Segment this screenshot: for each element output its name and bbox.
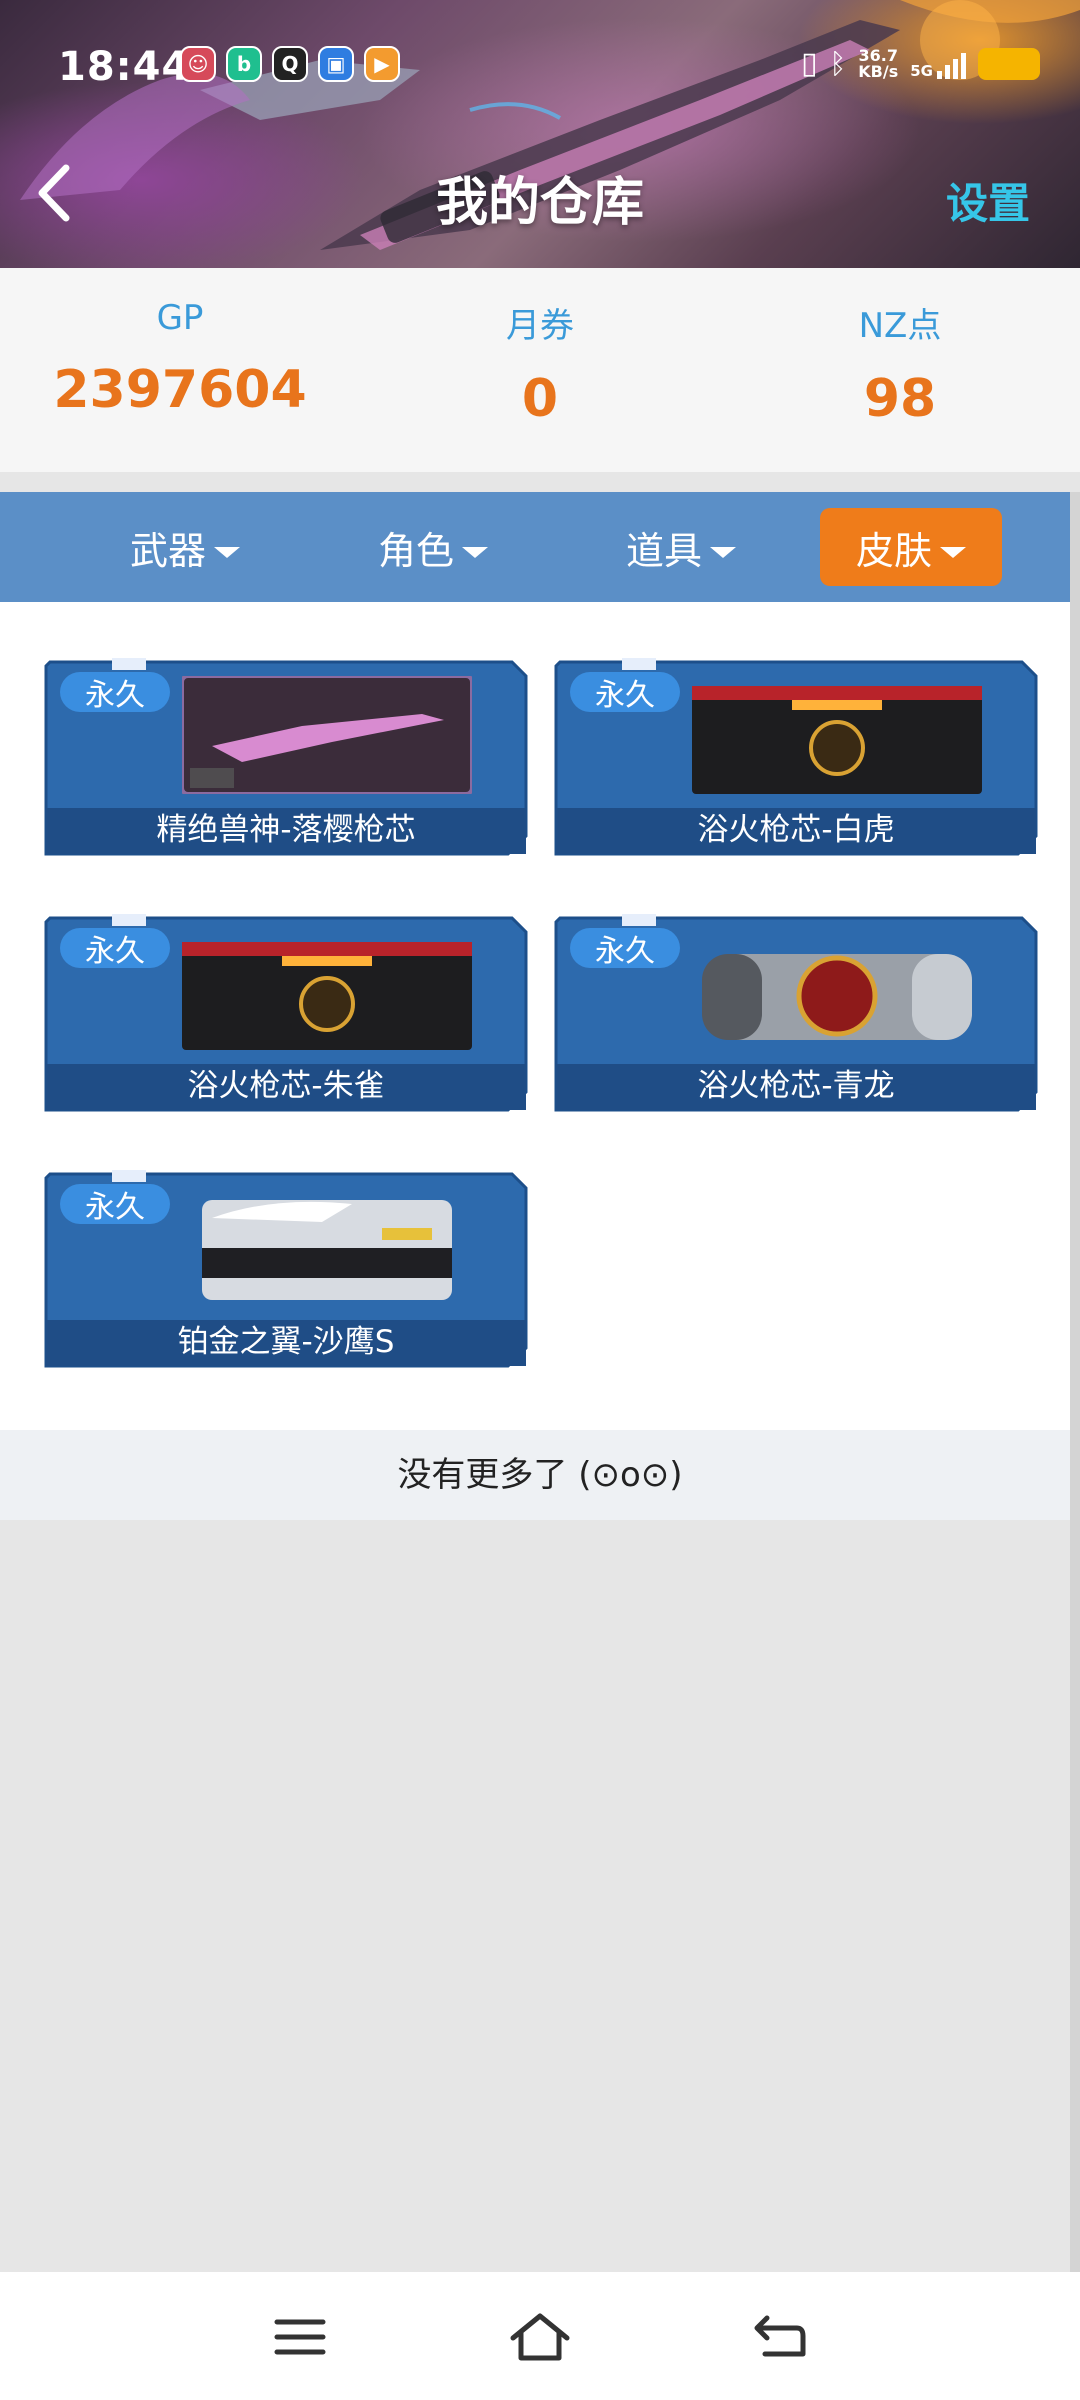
message-app-icon: ▣	[318, 46, 354, 82]
status-indicators: ▯ ᛒ 36.7 KB/s 5G	[801, 46, 1040, 81]
black-crate	[182, 942, 472, 1050]
currency-value: 98	[863, 369, 937, 429]
tab-skins[interactable]: 皮肤	[820, 508, 1002, 586]
caret-down-icon	[462, 546, 488, 558]
bluetooth-icon: ᛒ	[829, 47, 847, 80]
network-type: 5G	[910, 61, 933, 80]
permanent-badge: 永久	[570, 672, 680, 713]
avatar-app-icon: ☺	[180, 46, 216, 82]
tab-label: 道具	[625, 528, 702, 573]
tab-label: 角色	[377, 528, 454, 573]
currency-label: NZ点	[858, 306, 942, 346]
bilibili-icon: b	[226, 46, 262, 82]
back-icon[interactable]	[745, 2302, 815, 2372]
header-banner: 18:44 ☺ b Q ▣ ▶ ▯ ᛒ 36.7 KB/s 5G 我的仓库 设置	[0, 0, 1080, 268]
caret-down-icon	[710, 546, 736, 558]
item-name: 精绝兽神-落樱枪芯	[156, 812, 416, 848]
item-grid: 永久 精绝兽神-落樱枪芯 永久 浴火枪芯-白虎 永久 浴火枪芯-朱雀 永久 浴火…	[0, 602, 1080, 1430]
caret-down-icon	[940, 546, 966, 558]
tab-label: 皮肤	[855, 528, 932, 573]
caret-down-icon	[214, 546, 240, 558]
item-name: 浴火枪芯-青龙	[697, 1068, 895, 1104]
item-card[interactable]: 永久 铂金之翼-沙鹰S	[42, 1170, 530, 1370]
vibrate-icon: ▯	[800, 46, 818, 81]
video-app-icon: ▶	[364, 46, 400, 82]
item-card[interactable]: 永久 精绝兽神-落樱枪芯	[42, 658, 530, 858]
network-speed: 36.7 KB/s	[858, 45, 899, 81]
qq-icon: Q	[272, 46, 308, 82]
currency-nz-points: NZ点 98	[720, 268, 1080, 472]
currency-label: GP	[156, 298, 204, 338]
item-card[interactable]: 永久 浴火枪芯-朱雀	[42, 914, 530, 1114]
currency-label: 月券	[506, 306, 574, 346]
battery-icon	[978, 47, 1040, 80]
currency-value: 0	[521, 369, 559, 429]
pink-rifle-card	[182, 676, 472, 794]
item-card[interactable]: 永久 浴火枪芯-白虎	[552, 658, 1040, 858]
tab-characters[interactable]: 角色	[358, 508, 508, 586]
signal-bars-icon	[937, 49, 966, 79]
tab-props[interactable]: 道具	[606, 508, 756, 586]
tab-weapons[interactable]: 武器	[110, 508, 260, 586]
system-nav-bar	[0, 2272, 1080, 2400]
item-name: 浴火枪芯-朱雀	[187, 1068, 385, 1104]
currency-value: 2397604	[53, 360, 307, 420]
item-name: 浴火枪芯-白虎	[697, 812, 895, 848]
page-title: 我的仓库	[435, 173, 644, 233]
settings-button[interactable]: 设置	[946, 170, 1030, 231]
item-card[interactable]: 永久 浴火枪芯-青龙	[552, 914, 1040, 1114]
item-name: 铂金之翼-沙鹰S	[177, 1324, 395, 1360]
warehouse-page: 18:44 ☺ b Q ▣ ▶ ▯ ᛒ 36.7 KB/s 5G 我的仓库 设置…	[0, 0, 1080, 2400]
silver-crate	[202, 1200, 452, 1300]
currency-gp: GP 2397604	[0, 268, 360, 472]
permanent-badge: 永久	[60, 672, 170, 713]
currency-panel: GP 2397604 月券 0 NZ点 98	[0, 268, 1080, 472]
signal-group: 5G	[910, 49, 966, 79]
menu-icon[interactable]	[265, 2302, 335, 2372]
currency-voucher: 月券 0	[360, 268, 720, 472]
category-tab-bar: 武器 角色 道具 皮肤	[0, 492, 1080, 602]
home-icon[interactable]	[505, 2302, 575, 2372]
status-app-icons: ☺ b Q ▣ ▶	[180, 46, 400, 82]
permanent-badge: 永久	[60, 1184, 170, 1225]
silver-cylinder	[702, 954, 972, 1040]
status-time: 18:44	[58, 44, 191, 90]
tab-label: 武器	[129, 528, 206, 573]
black-crate	[692, 686, 982, 794]
scrollbar[interactable]	[1070, 492, 1080, 2272]
permanent-badge: 永久	[570, 928, 680, 969]
list-end-message: 没有更多了 (⊙o⊙)	[0, 1430, 1080, 1520]
permanent-badge: 永久	[60, 928, 170, 969]
status-bar: 18:44 ☺ b Q ▣ ▶ ▯ ᛒ 36.7 KB/s 5G	[0, 0, 1080, 130]
